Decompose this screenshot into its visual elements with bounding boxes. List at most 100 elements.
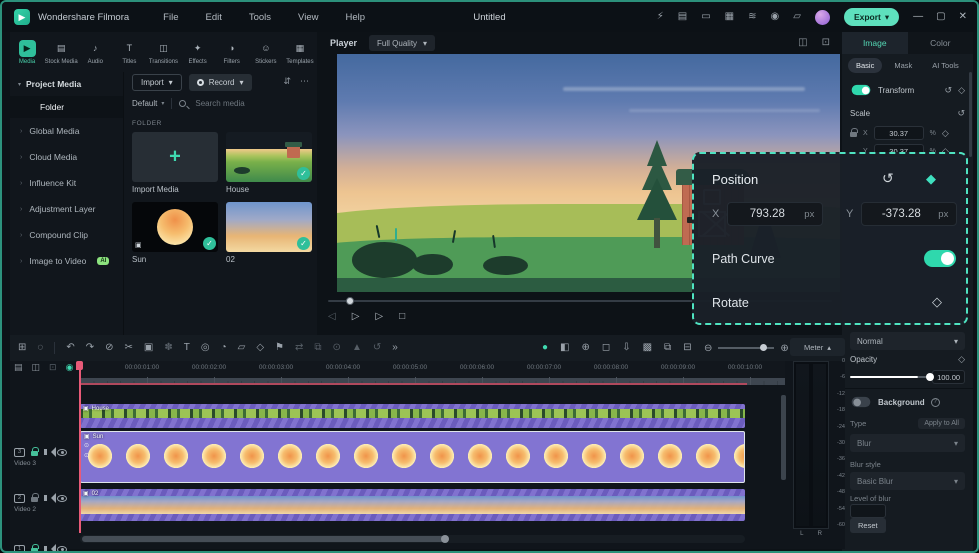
scale-x-input[interactable]: 30.37 [873,126,924,140]
user-avatar[interactable] [814,9,830,25]
group-icon[interactable]: ⧉ [664,343,671,353]
marker-icon[interactable]: ⚑ [275,343,284,353]
sidebar-item-folder[interactable]: Folder [10,96,123,118]
expand-player-icon[interactable]: ⊡ [822,38,830,48]
playhead[interactable] [76,361,83,533]
keyframe-diamond-icon[interactable]: ◆ [926,171,936,187]
visibility-icon[interactable] [57,448,67,456]
stop-button[interactable]: □ [399,312,405,322]
keyframe-diamond-icon[interactable]: ◇ [958,85,965,96]
opacity-slider[interactable] [850,373,934,381]
boost-icon[interactable]: ⚡ [657,12,664,22]
subtab-basic[interactable]: Basic [848,58,883,73]
media-thumbnail[interactable]: ✓ [226,202,312,252]
timeline-settings-icon[interactable]: ⊞ [18,343,26,353]
maximize-button[interactable]: ▢ [936,12,945,22]
play-button[interactable]: ▷ [352,312,360,322]
speed-icon[interactable]: ◔ [221,343,227,353]
x-position-input[interactable]: 793.28 px [727,202,824,226]
search-input[interactable] [193,98,310,109]
enhance-icon[interactable]: ✽ [164,343,172,353]
track-size-icon[interactable]: ◫ [32,363,41,372]
menu-view[interactable]: View [298,12,318,23]
subtab-ai-tools[interactable]: AI Tools [924,58,967,73]
add-track-icon[interactable]: ⊕ [582,343,590,353]
compare-view-icon[interactable]: ◫ [798,38,807,48]
opacity-value[interactable]: 100.00 [932,370,965,384]
notes-icon[interactable]: ▤ [678,12,687,22]
crop-icon[interactable]: ▣ [144,343,153,353]
timeline-ruler[interactable]: 00:00:01:00 00:00:02:00 00:00:03:00 00:00:0… [80,361,785,385]
view-mode-select[interactable]: Default ▾ [132,99,164,108]
zoom-out-icon[interactable]: ⊖ [704,343,712,354]
meter-header[interactable]: Meter ▴ [790,338,845,356]
snapshot-icon[interactable]: ▩ [643,343,652,353]
panel-scrollbar[interactable] [969,72,972,157]
help-icon[interactable]: ? [930,397,940,407]
text-icon[interactable]: T [184,343,190,353]
blur-style-select[interactable]: Basic Blur ▾ [850,472,965,490]
sidebar-item-image-to-video[interactable]: › Image to Video AI [10,248,123,274]
cloud-icon[interactable]: ≋ [748,12,756,22]
keyframe-dot-icon[interactable]: ⊙ [84,452,89,459]
path-curve-toggle[interactable] [924,250,956,267]
clip-house[interactable]: ▣ House [80,404,745,428]
reverse-icon[interactable]: ↺ [373,343,381,353]
link-lock-icon[interactable] [850,128,858,137]
vertical-scrollbar[interactable] [781,395,786,480]
background-type-select[interactable]: Blur ▾ [850,434,965,452]
split-icon[interactable]: ✂ [125,343,133,353]
media-track-icon[interactable]: ▤ [14,363,23,372]
record-button[interactable]: Record ▾ [188,74,252,91]
mute-icon[interactable] [44,447,56,457]
redo-icon[interactable]: ↷ [86,343,94,353]
media-item-import[interactable]: + Import Media [132,132,218,194]
export-button[interactable]: Export ▾ [843,8,900,26]
tab-effects[interactable]: ✦ Effects [181,34,215,70]
ripple-edit-icon[interactable]: ⇄ [295,343,303,353]
opacity-slider-handle[interactable] [926,373,934,381]
tab-audio[interactable]: ♪ Audio [78,34,112,70]
reset-icon[interactable]: ↺ [945,85,953,96]
more-options-icon[interactable]: ⋯ [300,76,309,87]
render-quality-icon[interactable]: ◌ [37,343,43,353]
tab-transitions[interactable]: ◫ Transitions [146,34,180,70]
clip-sun[interactable]: ▣ Sun ⊙ ⊙ [80,431,745,483]
screen-record-icon[interactable]: ▭ [701,12,710,22]
mute-icon[interactable] [44,493,56,503]
keyframe-diamond-icon[interactable]: ◇ [942,128,949,139]
motion-track-icon[interactable]: ◎ [201,343,210,353]
tab-color[interactable]: Color [907,32,973,54]
blend-mode-select[interactable]: Normal ▾ [850,332,965,350]
transform-icon[interactable]: ▱ [238,343,246,353]
auto-ripple-icon[interactable]: ⊡ [49,363,57,372]
prev-frame-button[interactable]: ◁ [328,312,336,322]
tab-stock-media[interactable]: ▤ Stock Media [44,34,78,70]
voiceover-icon[interactable]: ⊙ [333,343,341,353]
minimize-button[interactable]: — [913,12,923,22]
playhead-handle[interactable] [76,361,83,370]
sidebar-item-adjustment-layer[interactable]: › Adjustment Layer [10,196,123,222]
tab-stickers[interactable]: ☺ Stickers [249,34,283,70]
device-link-icon[interactable]: ▱ [793,12,801,22]
mixer-icon[interactable]: ▲ [352,343,362,353]
clip-sky[interactable]: ▣ 02 [80,489,745,521]
media-thumbnail[interactable]: ▣ ✓ [132,202,218,252]
pointer-tool-icon[interactable]: ◉ [66,363,74,372]
delete-icon[interactable]: ⊘ [105,343,113,353]
subtab-mask[interactable]: Mask [886,58,920,73]
y-position-input[interactable]: -373.28 px [861,202,958,226]
media-thumbnail[interactable]: ✓ [226,132,312,182]
tab-filters[interactable]: ◑ Filters [215,34,249,70]
quality-select[interactable]: Full Quality ▾ [369,35,436,51]
reset-icon[interactable]: ↺ [957,108,965,119]
keyframe-icon[interactable]: ◇ [256,343,264,353]
lock-icon[interactable] [31,544,39,551]
media-item-sky[interactable]: ✓ 02 [226,202,312,264]
planner-icon[interactable]: ▦ [725,12,734,22]
split-view-icon[interactable]: ⊟ [683,343,691,353]
media-item-sun[interactable]: ▣ ✓ Sun [132,202,218,264]
clapper-icon[interactable]: ◧ [560,343,569,353]
visibility-icon[interactable] [57,545,67,551]
apply-to-all-button[interactable]: Apply to All [918,418,965,429]
